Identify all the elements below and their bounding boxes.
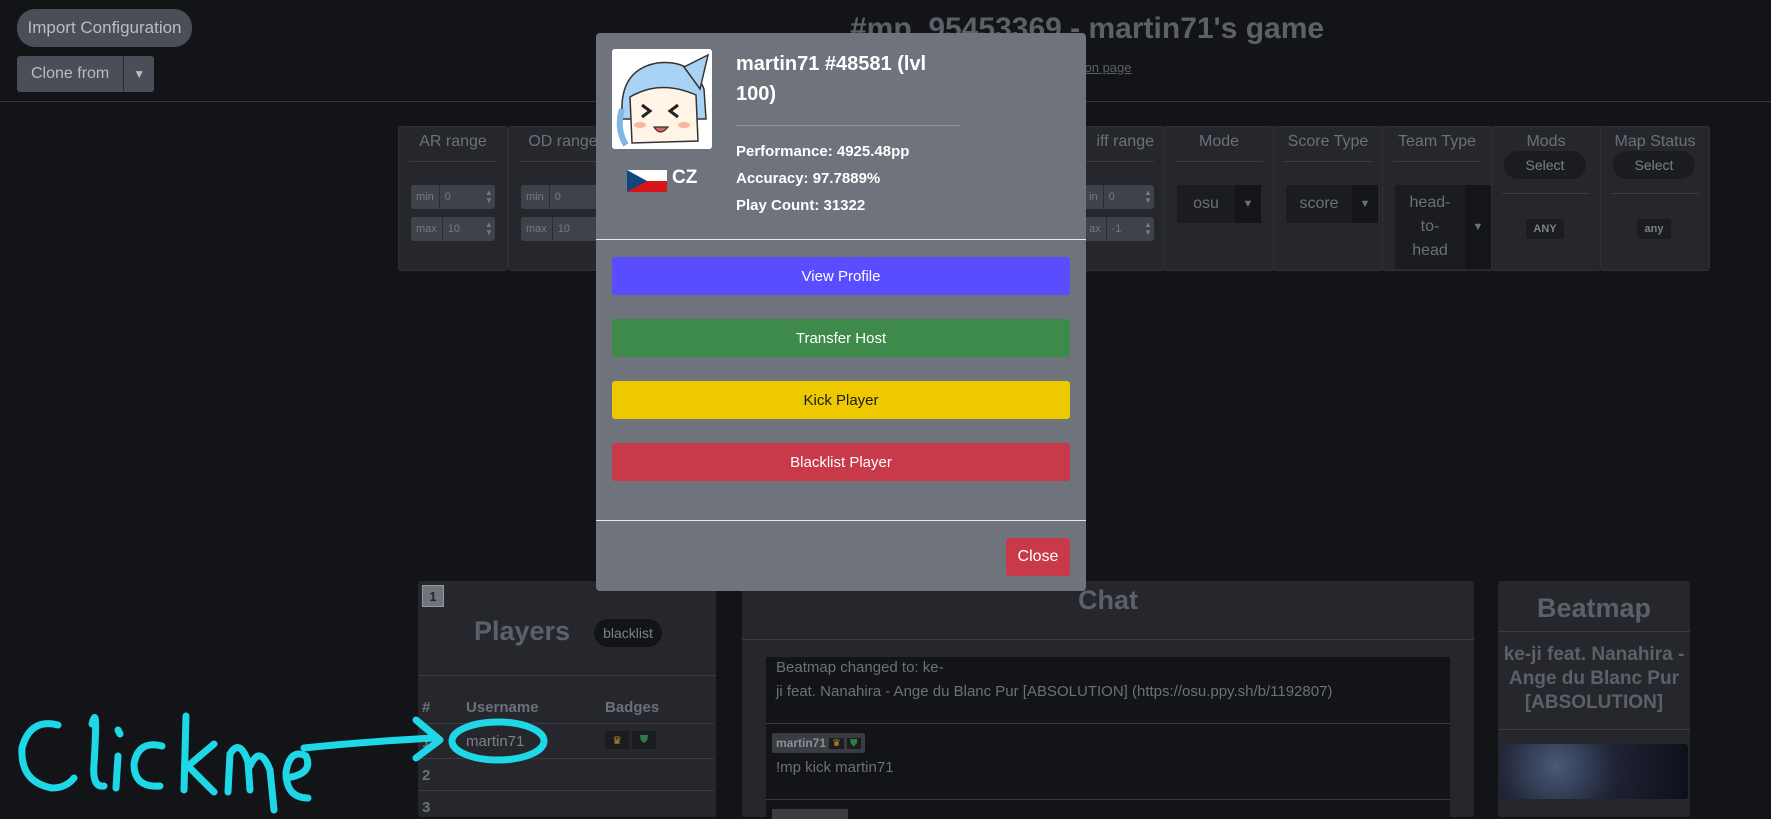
click-me-annotation: [18, 712, 548, 814]
